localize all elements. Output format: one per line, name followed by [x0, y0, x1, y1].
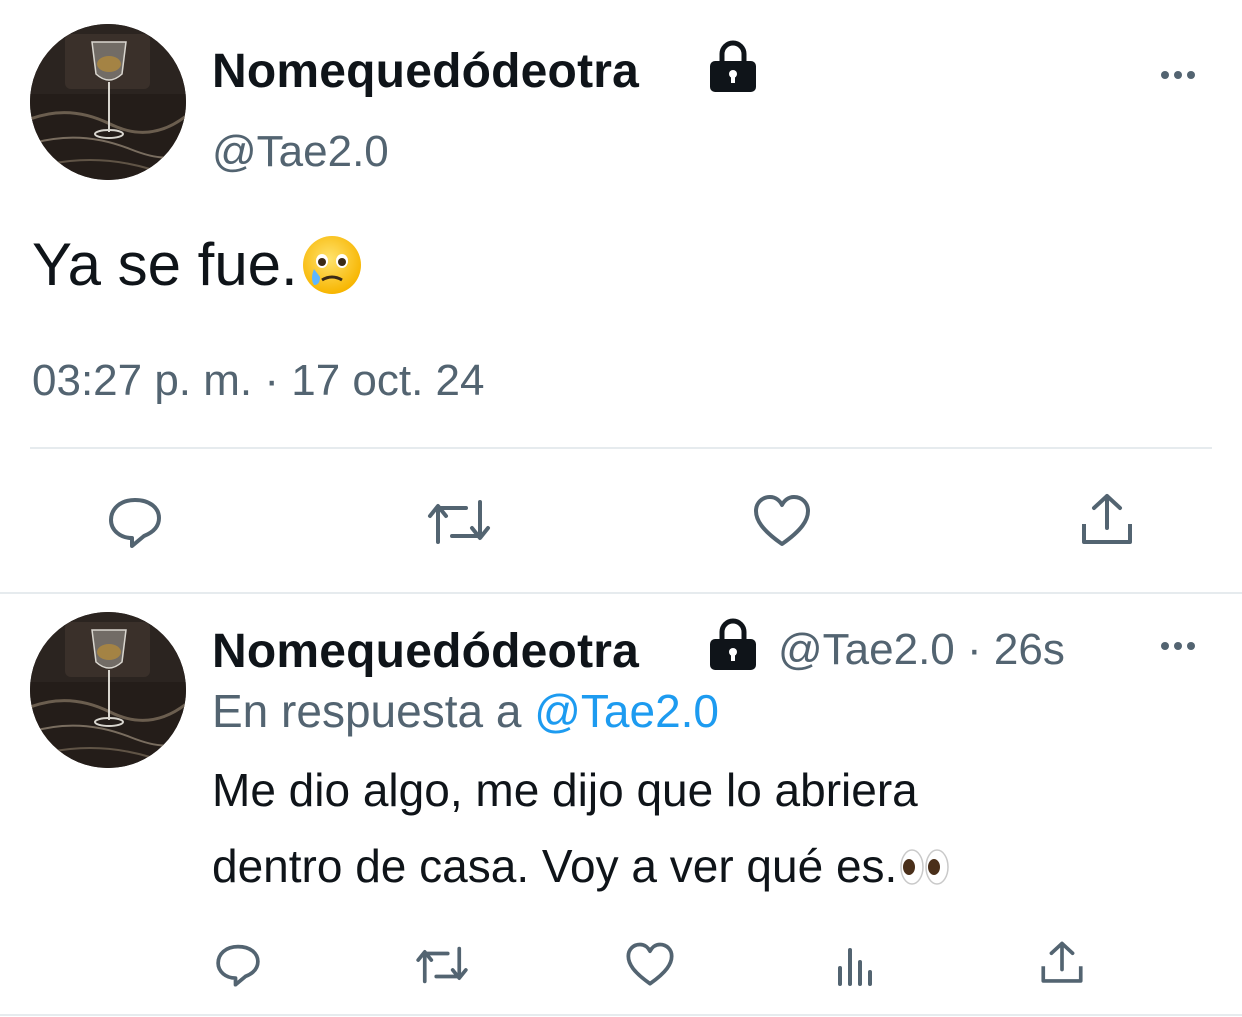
tweet-text: Me dio algo, me dijo que lo abriera dent… [212, 752, 951, 904]
tweet-meta: @Tae2.0 · 26s [778, 625, 1065, 675]
display-name[interactable]: Nomequedódeotra [212, 44, 639, 99]
tweet-age[interactable]: 26s [994, 625, 1065, 674]
more-icon[interactable] [1161, 642, 1195, 650]
retweet-icon[interactable] [424, 494, 494, 550]
reply-target-link[interactable]: @Tae2.0 [534, 685, 719, 737]
face-holding-back-tears-emoji [302, 236, 361, 295]
reply-context: En respuesta a @Tae2.0 [212, 684, 719, 738]
separator: · [967, 625, 982, 674]
heart-icon[interactable] [625, 942, 675, 987]
avatar[interactable] [30, 612, 186, 768]
share-icon[interactable] [1080, 492, 1134, 548]
share-icon[interactable] [1040, 940, 1084, 986]
eyes-emoji [900, 849, 950, 885]
tweet-text: Ya se fue. [32, 230, 364, 299]
lock-icon [710, 618, 756, 670]
display-name[interactable]: Nomequedódeotra [212, 624, 639, 679]
tweet-timestamp[interactable]: 03:27 p. m. · 17 oct. 24 [32, 356, 484, 406]
divider [30, 447, 1212, 449]
handle[interactable]: @Tae2.0 [778, 625, 955, 674]
avatar[interactable] [30, 24, 186, 180]
heart-icon[interactable] [752, 494, 812, 548]
tweet-text-line: Me dio algo, me dijo que lo abriera [212, 764, 918, 816]
divider [0, 1014, 1242, 1016]
handle[interactable]: @Tae2.0 [212, 127, 389, 177]
retweet-icon[interactable] [413, 942, 471, 988]
lock-icon [710, 40, 756, 92]
more-icon[interactable] [1161, 71, 1195, 79]
views-icon[interactable] [834, 944, 878, 988]
divider [0, 592, 1242, 594]
reply-icon[interactable] [106, 492, 164, 550]
tweet-text-line: dentro de casa. Voy a ver qué es. [212, 828, 951, 904]
reply-prefix: En respuesta a [212, 685, 522, 737]
reply-icon[interactable] [214, 940, 262, 988]
